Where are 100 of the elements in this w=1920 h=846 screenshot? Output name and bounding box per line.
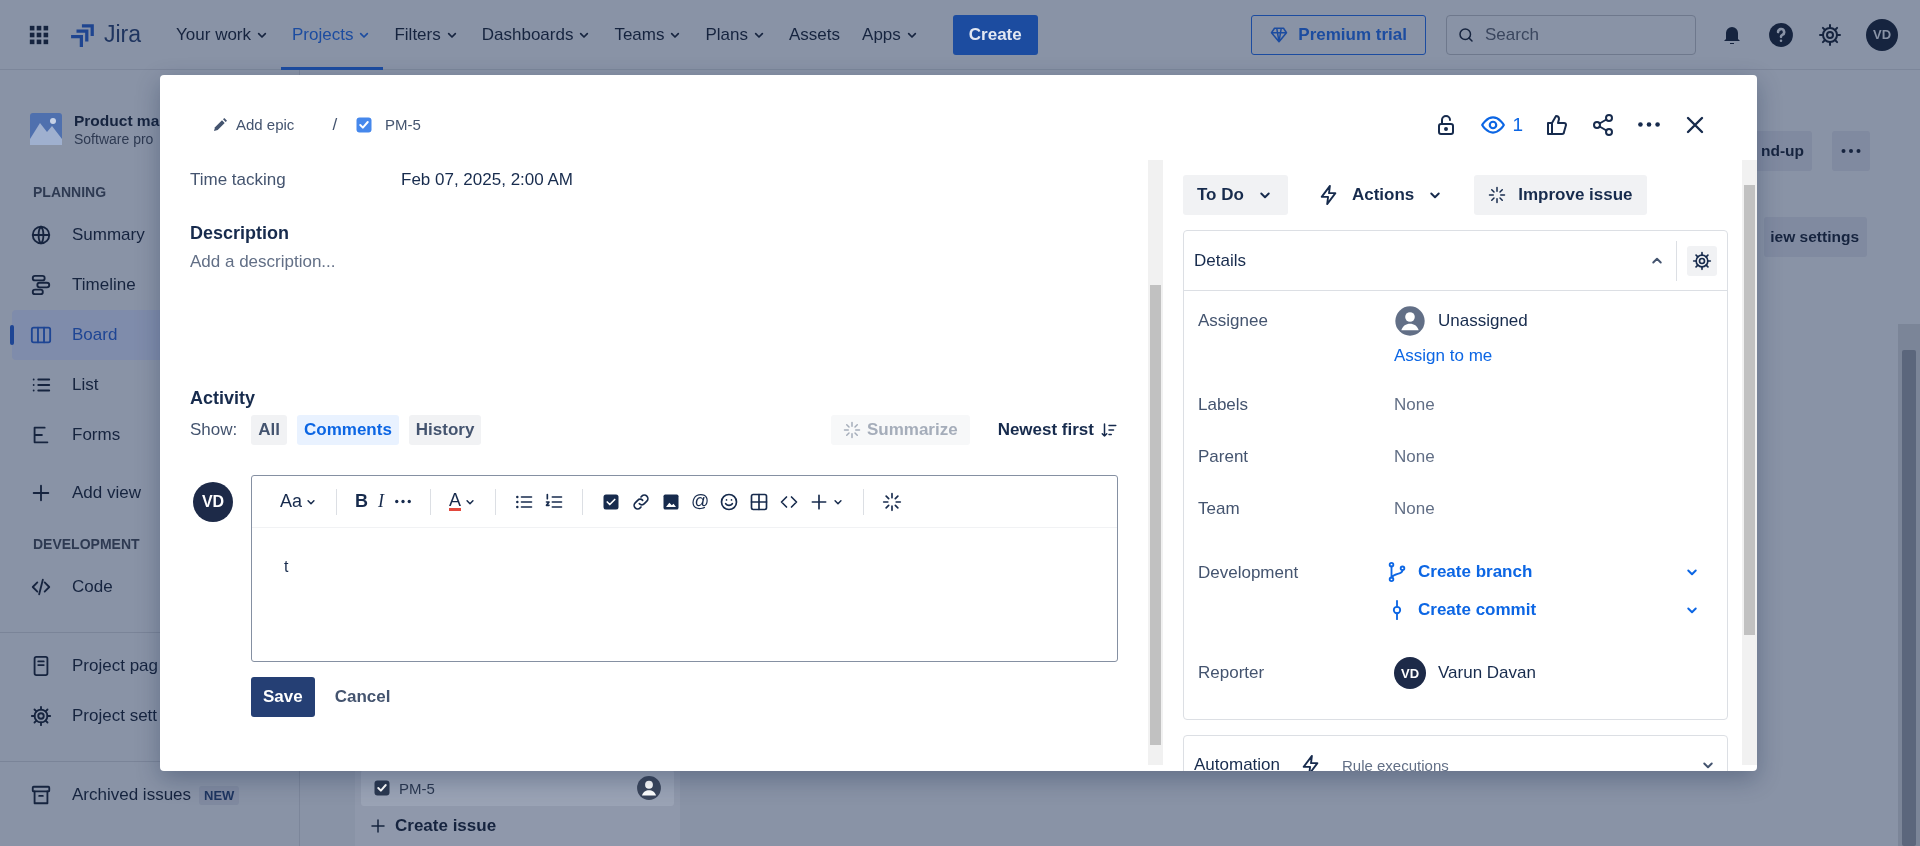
- sparkle-icon: [842, 421, 861, 439]
- field-label: Parent: [1198, 446, 1249, 468]
- nav-menu-item[interactable]: Plans: [694, 0, 778, 70]
- user-avatar[interactable]: VD: [1866, 18, 1898, 51]
- app-logo-icon: [70, 21, 96, 48]
- cancel-button[interactable]: Cancel: [334, 677, 391, 717]
- bold-button[interactable]: B: [355, 486, 369, 517]
- search-icon: [1457, 25, 1475, 44]
- globe-icon: [30, 224, 52, 246]
- avatar-icon: [636, 775, 662, 801]
- scrollbar[interactable]: [1898, 324, 1920, 846]
- project-type: Software pro: [74, 131, 155, 147]
- sparkle-icon: [882, 491, 903, 512]
- filter-tab[interactable]: History: [408, 415, 482, 445]
- nav-menu-item[interactable]: Dashboards: [470, 0, 604, 70]
- comment-text: t: [284, 558, 289, 576]
- product-name: Jira: [104, 21, 142, 48]
- more-button[interactable]: [1637, 121, 1661, 128]
- share-icon: [1591, 112, 1615, 137]
- breadcrumb-separator: /: [332, 114, 338, 135]
- app-switcher-icon: [28, 23, 50, 46]
- timeline-icon: [30, 274, 52, 296]
- nav-menu-item[interactable]: Your work: [165, 0, 282, 70]
- watch-button[interactable]: 1: [1480, 111, 1523, 138]
- show-label: Show:: [190, 420, 238, 440]
- text-color-button[interactable]: A: [449, 486, 478, 517]
- nav-menu-item[interactable]: Teams: [603, 0, 695, 70]
- status-dropdown[interactable]: To Do: [1183, 175, 1288, 215]
- section-heading: DEVELOPMENT: [33, 536, 140, 552]
- emoji-icon: [719, 491, 740, 512]
- sort-button[interactable]: Newest first: [997, 420, 1118, 440]
- improve-issue-button[interactable]: Improve issue: [1474, 175, 1647, 215]
- sparkle-icon: [1488, 186, 1507, 204]
- code-icon: [30, 576, 52, 598]
- user-avatar: VD: [1394, 657, 1426, 689]
- archive-icon: [30, 784, 52, 806]
- diamond-icon: [1270, 25, 1289, 44]
- field-value: Varun Davan: [1438, 663, 1536, 683]
- issue-card[interactable]: PM-5: [361, 770, 674, 806]
- settings-button[interactable]: [1687, 245, 1717, 276]
- view-settings-button[interactable]: iew settings: [1764, 217, 1867, 257]
- board-icon: [30, 324, 52, 346]
- share-button[interactable]: [1591, 112, 1615, 137]
- development-link[interactable]: Create commit: [1386, 595, 1537, 625]
- nav-menu-item[interactable]: Assets: [778, 0, 852, 70]
- field-value: None: [1394, 394, 1435, 416]
- like-button[interactable]: [1545, 112, 1569, 137]
- plus-icon: [369, 817, 387, 835]
- comment-editor[interactable]: Aa B I A @ t: [251, 475, 1118, 662]
- nav-menu-item[interactable]: Filters: [383, 0, 471, 70]
- development-link[interactable]: Create branch: [1386, 557, 1533, 587]
- field-label: Labels: [1198, 394, 1249, 416]
- more-icon: [1637, 121, 1661, 128]
- panel-title: Automation: [1194, 755, 1280, 771]
- automation-panel[interactable]: Automation Rule executions: [1183, 735, 1728, 771]
- panel-subtitle: Rule executions: [1342, 756, 1449, 771]
- add-epic-link[interactable]: Add epic: [212, 116, 295, 133]
- italic-button[interactable]: I: [378, 486, 385, 517]
- field-label: Assignee: [1198, 310, 1268, 332]
- scrollbar[interactable]: [1742, 160, 1757, 765]
- sort-icon: [1100, 421, 1118, 439]
- section-heading: Description: [190, 223, 290, 244]
- filter-tab[interactable]: Comments: [297, 415, 399, 445]
- link-icon: [631, 491, 652, 512]
- premium-trial-button[interactable]: Premium trial: [1251, 14, 1426, 55]
- toolbar-button[interactable]: nd-up: [1754, 131, 1812, 171]
- nav-menu-item[interactable]: Projects: [281, 0, 384, 70]
- field-label: Development: [1198, 562, 1299, 584]
- thumbs-up-icon: [1545, 112, 1569, 137]
- project-avatar: [30, 113, 62, 145]
- help-button[interactable]: [1768, 21, 1794, 48]
- actions-button[interactable]: Actions: [1309, 175, 1453, 215]
- filter-tab[interactable]: All: [251, 415, 287, 445]
- save-button[interactable]: Save: [251, 677, 315, 717]
- create-button[interactable]: Create: [952, 14, 1038, 55]
- description-placeholder[interactable]: Add a description...: [190, 252, 336, 272]
- field-value: None: [1394, 498, 1435, 520]
- more-icon: [1840, 148, 1862, 154]
- assign-link[interactable]: Assign to me: [1394, 343, 1493, 369]
- create-issue-button[interactable]: Create issue: [361, 806, 497, 846]
- toolbar-button[interactable]: @: [691, 486, 710, 517]
- field-value: Feb 07, 2025, 2:00 AM: [401, 170, 573, 190]
- search-field[interactable]: Search: [1446, 14, 1696, 55]
- pencil-icon: [212, 116, 228, 133]
- section-heading: Activity: [190, 388, 256, 409]
- issue-key-link[interactable]: PM-5: [385, 116, 421, 133]
- table-icon: [749, 491, 770, 512]
- nav-menu-item[interactable]: Apps: [851, 0, 931, 70]
- checkbox-icon: [355, 115, 374, 134]
- sidebar-item[interactable]: Archived issues NEW: [12, 770, 287, 820]
- toolbar-button[interactable]: Aa: [280, 486, 319, 517]
- scrollbar[interactable]: [1148, 160, 1163, 765]
- more-icon: [394, 499, 413, 504]
- plus-icon: [30, 482, 52, 504]
- checkbox-icon: [373, 779, 391, 797]
- new-badge: NEW: [199, 785, 240, 805]
- avatar-icon: [1394, 305, 1426, 337]
- settings-icon: [1818, 22, 1842, 47]
- project-name: Product ma: [74, 111, 160, 131]
- help-icon: [1768, 21, 1794, 48]
